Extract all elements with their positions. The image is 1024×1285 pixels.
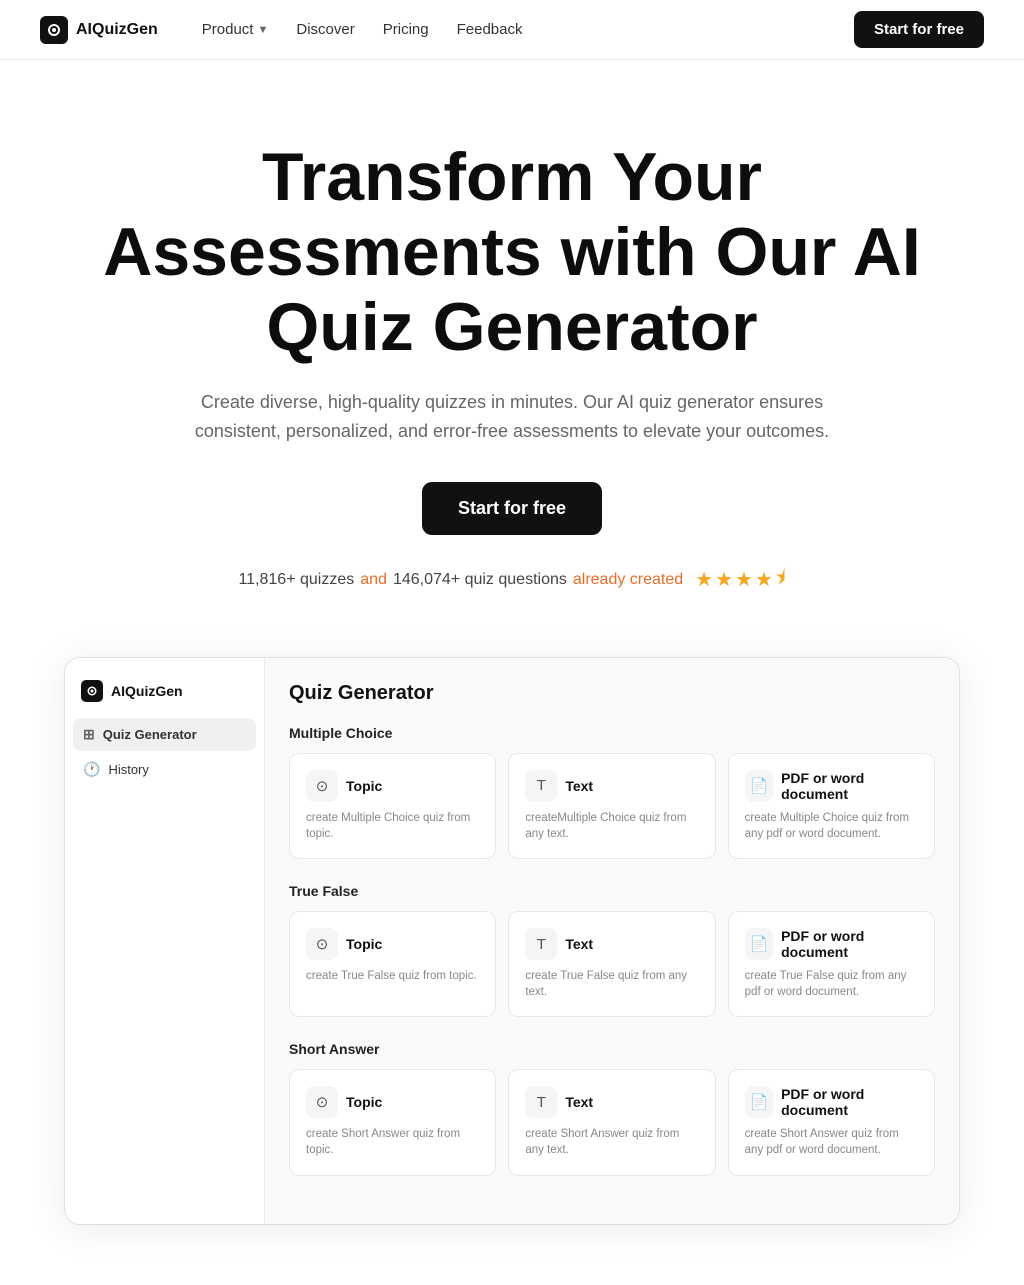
topic-icon-sa: ⊙ <box>306 1086 338 1118</box>
navbar: AIQuizGen Product ▼ Discover Pricing Fee… <box>0 0 1024 60</box>
app-preview: AIQuizGen ⊞ Quiz Generator 🕐 History Qui… <box>64 657 960 1225</box>
sa-card-topic-label: Topic <box>346 1094 382 1110</box>
app-preview-wrap: AIQuizGen ⊞ Quiz Generator 🕐 History Qui… <box>32 657 992 1225</box>
sa-card-pdf-desc: create Short Answer quiz from any pdf or… <box>745 1126 918 1158</box>
tf-card-pdf-header: 📄 PDF or word document <box>745 928 918 960</box>
mc-card-topic[interactable]: ⊙ Topic create Multiple Choice quiz from… <box>289 753 496 859</box>
hero-section: Transform Your Assessments with Our AI Q… <box>0 60 1024 657</box>
nav-links: Product ▼ Discover Pricing Feedback <box>190 15 535 44</box>
main-content: Quiz Generator Multiple Choice ⊙ Topic c… <box>265 658 959 1224</box>
stats-and: and <box>360 571 387 589</box>
section-title-true-false: True False <box>289 883 935 899</box>
logo-svg <box>46 22 62 38</box>
mc-card-text-desc: createMultiple Choice quiz from any text… <box>525 810 698 842</box>
sa-card-pdf-header: 📄 PDF or word document <box>745 1086 918 1118</box>
mc-card-pdf-desc: create Multiple Choice quiz from any pdf… <box>745 810 918 842</box>
tf-card-pdf[interactable]: 📄 PDF or word document create True False… <box>728 911 935 1017</box>
section-short-answer: Short Answer ⊙ Topic create Short Answer… <box>289 1041 935 1175</box>
mc-card-pdf-header: 📄 PDF or word document <box>745 770 918 802</box>
topic-icon: ⊙ <box>306 770 338 802</box>
mc-card-topic-desc: create Multiple Choice quiz from topic. <box>306 810 479 842</box>
short-answer-cards: ⊙ Topic create Short Answer quiz from to… <box>289 1069 935 1175</box>
tf-card-text-header: T Text <box>525 928 698 960</box>
text-icon-tf: T <box>525 928 557 960</box>
tf-card-topic-desc: create True False quiz from topic. <box>306 968 479 984</box>
text-icon-sa: T <box>525 1086 557 1118</box>
mc-card-pdf-label: PDF or word document <box>781 770 918 802</box>
tf-card-topic-header: ⊙ Topic <box>306 928 479 960</box>
sidebar-item-quiz-generator[interactable]: ⊞ Quiz Generator <box>73 718 256 751</box>
sa-card-text-label: Text <box>565 1094 593 1110</box>
star-1: ★ <box>695 567 713 592</box>
sidebar-logo: AIQuizGen <box>73 674 256 718</box>
star-4: ★ <box>755 567 773 592</box>
tf-card-text[interactable]: T Text create True False quiz from any t… <box>508 911 715 1017</box>
sa-card-text-header: T Text <box>525 1086 698 1118</box>
sidebar-item-history[interactable]: 🕐 History <box>73 753 256 786</box>
mc-card-topic-label: Topic <box>346 778 382 794</box>
clock-icon: 🕐 <box>83 761 100 778</box>
mc-card-text-label: Text <box>565 778 593 794</box>
page-title: Quiz Generator <box>289 682 935 705</box>
tf-card-topic[interactable]: ⊙ Topic create True False quiz from topi… <box>289 911 496 1017</box>
section-true-false: True False ⊙ Topic create True False qui… <box>289 883 935 1017</box>
nav-product[interactable]: Product ▼ <box>190 15 281 44</box>
section-multiple-choice: Multiple Choice ⊙ Topic create Multiple … <box>289 725 935 859</box>
hero-subtitle: Create diverse, high-quality quizzes in … <box>172 388 852 446</box>
pdf-icon: 📄 <box>745 770 773 802</box>
sidebar-logo-svg <box>86 685 98 697</box>
topic-icon-tf: ⊙ <box>306 928 338 960</box>
logo: AIQuizGen <box>40 16 158 44</box>
sidebar-logo-icon <box>81 680 103 702</box>
rating-stars: ★ ★ ★ ★ ⯨ <box>695 563 785 597</box>
sa-card-text[interactable]: T Text create Short Answer quiz from any… <box>508 1069 715 1175</box>
hero-title: Transform Your Assessments with Our AI Q… <box>40 140 984 364</box>
mc-card-topic-header: ⊙ Topic <box>306 770 479 802</box>
sa-card-topic[interactable]: ⊙ Topic create Short Answer quiz from to… <box>289 1069 496 1175</box>
brand-name: AIQuizGen <box>76 21 158 39</box>
hero-stats: 11,816+ quizzes and 146,074+ quiz questi… <box>40 563 984 597</box>
star-half: ⯨ <box>775 563 786 597</box>
star-2: ★ <box>715 567 733 592</box>
tf-card-pdf-desc: create True False quiz from any pdf or w… <box>745 968 918 1000</box>
text-icon: T <box>525 770 557 802</box>
sa-card-topic-desc: create Short Answer quiz from topic. <box>306 1126 479 1158</box>
nav-cta-button[interactable]: Start for free <box>854 11 984 48</box>
sa-card-text-desc: create Short Answer quiz from any text. <box>525 1126 698 1158</box>
true-false-cards: ⊙ Topic create True False quiz from topi… <box>289 911 935 1017</box>
nav-feedback[interactable]: Feedback <box>445 15 535 44</box>
grid-icon: ⊞ <box>83 726 95 743</box>
nav-pricing[interactable]: Pricing <box>371 15 441 44</box>
sidebar-brand-name: AIQuizGen <box>111 683 183 699</box>
chevron-down-icon: ▼ <box>257 24 268 36</box>
sa-card-pdf-label: PDF or word document <box>781 1086 918 1118</box>
sidebar: AIQuizGen ⊞ Quiz Generator 🕐 History <box>65 658 265 1224</box>
stats-quizzes: 11,816+ quizzes <box>238 571 354 589</box>
mc-card-text-header: T Text <box>525 770 698 802</box>
pdf-icon-tf: 📄 <box>745 928 773 960</box>
stats-suffix: already created <box>573 571 683 589</box>
star-3: ★ <box>735 567 753 592</box>
nav-discover[interactable]: Discover <box>284 15 366 44</box>
nav-left: AIQuizGen Product ▼ Discover Pricing Fee… <box>40 15 534 44</box>
pdf-icon-sa: 📄 <box>745 1086 773 1118</box>
section-title-short-answer: Short Answer <box>289 1041 935 1057</box>
tf-card-topic-label: Topic <box>346 936 382 952</box>
mc-card-pdf[interactable]: 📄 PDF or word document create Multiple C… <box>728 753 935 859</box>
sidebar-item-label-history: History <box>108 762 148 777</box>
sa-card-pdf[interactable]: 📄 PDF or word document create Short Answ… <box>728 1069 935 1175</box>
mc-card-text[interactable]: T Text createMultiple Choice quiz from a… <box>508 753 715 859</box>
logo-icon <box>40 16 68 44</box>
hero-cta-button[interactable]: Start for free <box>422 482 602 535</box>
sa-card-topic-header: ⊙ Topic <box>306 1086 479 1118</box>
tf-card-text-label: Text <box>565 936 593 952</box>
sidebar-item-label-quiz-generator: Quiz Generator <box>103 727 197 742</box>
stats-questions: 146,074+ quiz questions <box>393 571 567 589</box>
tf-card-pdf-label: PDF or word document <box>781 928 918 960</box>
section-title-multiple-choice: Multiple Choice <box>289 725 935 741</box>
tf-card-text-desc: create True False quiz from any text. <box>525 968 698 1000</box>
multiple-choice-cards: ⊙ Topic create Multiple Choice quiz from… <box>289 753 935 859</box>
